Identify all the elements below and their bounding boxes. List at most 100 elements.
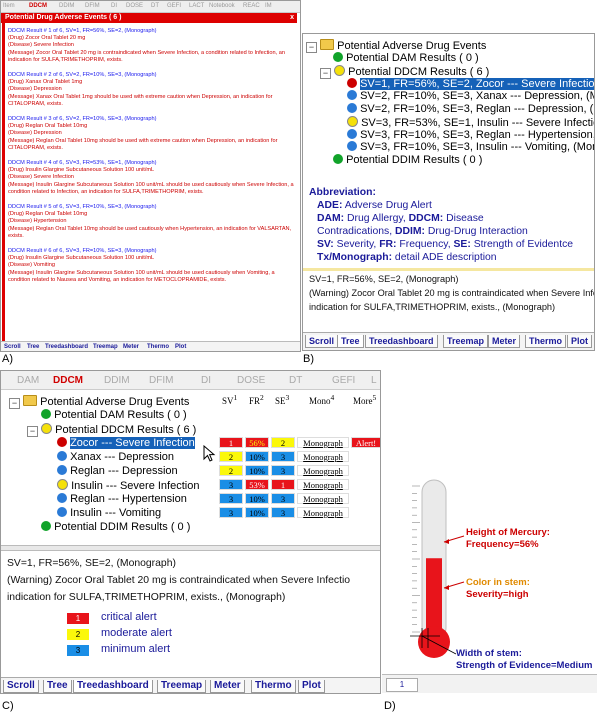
tree-item-ddim[interactable]: Potential DDIM Results ( 0 ): [333, 154, 482, 167]
blue-face-icon: [57, 465, 67, 475]
tree-item-result[interactable]: SV=3, FR=10%, SE=3, Reglan --- Hypertens…: [347, 129, 595, 142]
monograph-link[interactable]: Monograph: [297, 479, 349, 490]
tab[interactable]: Item: [3, 3, 15, 9]
tab-treemap[interactable]: Treemap: [157, 680, 207, 693]
tab-tree[interactable]: Tree: [43, 680, 72, 693]
splitter-handle[interactable]: [1, 545, 380, 551]
splitter-handle[interactable]: [303, 268, 594, 271]
tree-root[interactable]: − Potential Adverse Drug Events: [306, 39, 486, 53]
page-tab[interactable]: 1: [386, 678, 418, 692]
result-header[interactable]: DDCM Result # 4 of 6, SV=3, FR=53%, SE=1…: [8, 160, 298, 167]
tree-item-result[interactable]: Insulin --- Severe Infection: [57, 479, 199, 493]
green-status-icon: [333, 52, 343, 62]
tab-treemap[interactable]: Treemap: [93, 344, 118, 350]
abbreviation-line: SV: Severity, FR: Frequency, SE: Strengt…: [309, 238, 594, 251]
width-note-value: Strength of Evidence=Medium: [456, 660, 593, 671]
tree-root[interactable]: − Potential Adverse Drug Events: [9, 395, 189, 409]
tab-ddcm[interactable]: DDCM: [29, 3, 47, 9]
tab-ddim[interactable]: DDIM: [104, 375, 130, 386]
tab-dt[interactable]: DT: [289, 375, 302, 386]
tree-item-ddim[interactable]: Potential DDIM Results ( 0 ): [41, 521, 190, 534]
tree-item-result[interactable]: SV=1, FR=56%, SE=2, Zocor --- Severe Inf…: [347, 78, 594, 91]
detail-summary: SV=1, FR=56%, SE=2, (Monograph): [7, 558, 176, 569]
tab[interactable]: LACT: [189, 3, 204, 9]
tree-item-result[interactable]: Insulin --- Vomiting: [57, 507, 161, 520]
tab-meter[interactable]: Meter: [123, 344, 139, 350]
tab-dam[interactable]: DAM: [17, 375, 39, 386]
tab-ddcm[interactable]: DDCM: [53, 375, 83, 386]
collapse-icon[interactable]: −: [320, 68, 331, 79]
tab-treemap[interactable]: Treemap: [443, 335, 489, 348]
tree-item-label: SV=3, FR=10%, SE=3, Reglan --- Hypertens…: [360, 129, 595, 141]
tree-item-result[interactable]: Xanax --- Depression: [57, 451, 174, 464]
tab-plot[interactable]: Plot: [298, 680, 325, 693]
detail-summary: SV=1, FR=56%, SE=2, (Monograph): [309, 274, 459, 284]
abbreviation-line: Tx/Monograph: detail ADE description: [309, 251, 594, 264]
tab[interactable]: DI: [111, 3, 117, 9]
tree-item-label: Insulin --- Severe Infection: [71, 480, 200, 492]
tab[interactable]: Notebook: [209, 3, 235, 9]
tab-thermo[interactable]: Thermo: [525, 335, 567, 348]
tab[interactable]: DT: [151, 3, 159, 9]
tree-item-dam[interactable]: Potential DAM Results ( 0 ): [41, 409, 187, 422]
tab-meter[interactable]: Meter: [210, 680, 245, 693]
tab-l[interactable]: L: [371, 375, 377, 386]
tree-item-result[interactable]: Reglan --- Depression: [57, 465, 178, 478]
tab-plot[interactable]: Plot: [567, 335, 592, 348]
result-header[interactable]: DDCM Result # 3 of 6, SV=2, FR=10%, SE=3…: [8, 116, 298, 123]
collapse-icon[interactable]: −: [306, 42, 317, 53]
result-header[interactable]: DDCM Result # 5 of 6, SV=3, FR=10%, SE=3…: [8, 204, 298, 211]
monograph-link[interactable]: Monograph: [297, 507, 349, 518]
tree-item-ddcm[interactable]: − Potential DDCM Results ( 6 ): [320, 65, 489, 79]
tab-thermo[interactable]: Thermo: [147, 344, 169, 350]
tab[interactable]: GEFI: [167, 3, 181, 9]
thermometer-graphic: [410, 479, 465, 658]
tab-scroll[interactable]: Scroll: [4, 344, 21, 350]
tree-item-result[interactable]: SV=3, FR=53%, SE=1, Insulin --- Severe I…: [347, 116, 594, 130]
detail-warning: (Warning) Zocor Oral Tablet 20 mg is con…: [309, 288, 595, 298]
tab-treedashboard[interactable]: Treedashboard: [45, 344, 88, 350]
tab-scroll[interactable]: Scroll: [305, 335, 339, 348]
monograph-link[interactable]: Monograph: [297, 451, 349, 462]
monograph-link[interactable]: Monograph: [297, 493, 349, 504]
alert-button[interactable]: Alert!: [351, 437, 380, 448]
tab-scroll[interactable]: Scroll: [3, 680, 39, 693]
collapse-icon[interactable]: −: [9, 398, 20, 409]
tab-treedashboard[interactable]: Treedashboard: [73, 680, 153, 693]
tab-gefi[interactable]: GEFI: [332, 375, 355, 386]
tab[interactable]: DDIM: [59, 3, 74, 9]
tab[interactable]: DFIM: [85, 3, 100, 9]
tree-item-ddcm[interactable]: − Potential DDCM Results ( 6 ): [27, 423, 196, 437]
tab[interactable]: REAC: [243, 3, 260, 9]
tree-item-result[interactable]: SV=3, FR=10%, SE=3, Insulin --- Vomiting…: [347, 141, 594, 154]
column-header-label: More: [353, 396, 373, 406]
tab-tree[interactable]: Tree: [337, 335, 364, 348]
column-header-se: SE3: [275, 393, 289, 407]
close-icon[interactable]: x: [290, 13, 294, 23]
column-header-mono: Mono4: [309, 393, 334, 407]
tab-tree[interactable]: Tree: [27, 344, 39, 350]
tree-item-result[interactable]: SV=2, FR=10%, SE=3, Reglan --- Depressio…: [347, 103, 594, 116]
collapse-icon[interactable]: −: [27, 426, 38, 437]
tab[interactable]: IM: [265, 3, 272, 9]
monograph-link[interactable]: Monograph: [297, 437, 349, 448]
tree-item-result[interactable]: SV=2, FR=10%, SE=3, Xanax --- Depression…: [347, 90, 594, 103]
result-header[interactable]: DDCM Result # 1 of 6, SV=1, FR=56%, SE=2…: [8, 28, 298, 35]
tab-meter[interactable]: Meter: [488, 335, 521, 348]
tab-dose[interactable]: DOSE: [237, 375, 265, 386]
se-cell: 3: [271, 465, 295, 476]
tab[interactable]: DOSE: [126, 3, 143, 9]
tab-treedashboard[interactable]: Treedashboard: [365, 335, 438, 348]
abbreviation-line: Contradications, DDIM: Drug-Drug Interac…: [309, 225, 594, 238]
result-header[interactable]: DDCM Result # 6 of 6, SV=3, FR=10%, SE=3…: [8, 248, 298, 255]
result-header[interactable]: DDCM Result # 2 of 6, SV=2, FR=10%, SE=3…: [8, 72, 298, 79]
tab-thermo[interactable]: Thermo: [251, 680, 296, 693]
tab-dfim[interactable]: DFIM: [149, 375, 173, 386]
tree-item-result[interactable]: Reglan --- Hypertension: [57, 493, 187, 506]
tab-plot[interactable]: Plot: [175, 344, 186, 350]
color-note-title: Color in stem:: [466, 577, 530, 588]
tree-item-dam[interactable]: Potential DAM Results ( 0 ): [333, 52, 479, 65]
tab-di[interactable]: DI: [201, 375, 211, 386]
tree-item-result[interactable]: Zocor --- Severe Infection: [57, 437, 195, 450]
monograph-link[interactable]: Monograph: [297, 465, 349, 476]
